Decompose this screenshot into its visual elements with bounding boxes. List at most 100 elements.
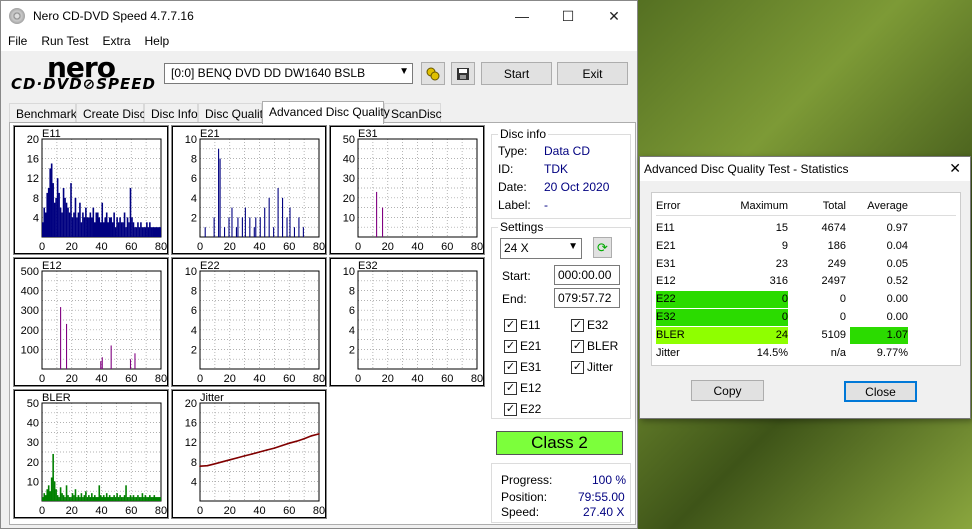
eject-button[interactable] — [421, 62, 445, 85]
checkbox-e31[interactable]: ✓ E31 — [504, 360, 541, 374]
stats-maximum: 23 — [775, 257, 788, 270]
menu-run-test[interactable]: Run Test — [34, 31, 95, 51]
copy-button[interactable]: Copy — [691, 380, 764, 401]
y-tick-label: 6 — [349, 305, 355, 317]
stats-header: Maximum — [740, 200, 788, 212]
stats-average: 1.07 — [850, 326, 908, 344]
tab-benchmark[interactable]: Benchmark — [9, 103, 77, 123]
chart-svg: E211086420 20 40 60 80 — [185, 128, 325, 253]
checkbox-label: E12 — [520, 381, 542, 395]
stats-total: 249 — [827, 257, 846, 270]
stats-maximum: 0 — [722, 309, 788, 326]
tab-scandisc[interactable]: ScanDisc — [384, 103, 442, 123]
x-tick-label: 0 — [197, 241, 203, 253]
x-tick-label: 40 — [95, 505, 107, 517]
x-tick-label: 20 — [382, 373, 394, 385]
data-point — [281, 444, 283, 447]
x-tick-label: 20 — [382, 241, 394, 253]
x-tick-label: 40 — [411, 373, 423, 385]
stats-total: 186 — [827, 239, 846, 252]
data-point — [288, 442, 291, 444]
y-tick-label: 40 — [343, 154, 355, 166]
y-tick-label: 10 — [343, 212, 355, 224]
tab-disc-info[interactable]: Disc Info — [144, 103, 198, 123]
close-dialog-button[interactable]: Close — [844, 381, 917, 402]
y-tick-label: 40 — [27, 418, 39, 430]
check-icon: ✓ — [571, 360, 584, 374]
y-tick-label: 300 — [21, 305, 39, 317]
save-button[interactable] — [451, 62, 475, 85]
checkbox-label: Jitter — [587, 360, 614, 374]
disc-info-label: Disc info — [498, 127, 549, 141]
menu-bar: File Run Test Extra Help — [1, 31, 637, 51]
stats-total: 0 — [839, 311, 846, 323]
menu-extra[interactable]: Extra — [95, 31, 137, 51]
start-time-input[interactable]: 000:00.00 — [554, 265, 620, 285]
checkbox-e11[interactable]: ✓ E11 — [504, 318, 540, 332]
stats-header: Average — [867, 200, 908, 212]
exit-button[interactable]: Exit — [557, 62, 628, 85]
maximize-button[interactable]: ☐ — [545, 1, 591, 31]
y-tick-label: 12 — [27, 173, 39, 185]
checkbox-bler[interactable]: ✓ BLER — [571, 339, 618, 353]
jitter-line — [199, 433, 320, 467]
y-tick-label: 4 — [349, 325, 355, 337]
check-icon: ✓ — [504, 318, 517, 332]
data-point — [228, 459, 231, 461]
close-button[interactable]: ✕ — [591, 1, 637, 31]
menu-help[interactable]: Help — [138, 31, 177, 51]
y-tick-label: 4 — [191, 476, 197, 488]
settings-group: Settings 24 X ▼ ⟳ Start: 000:00.00 End: … — [491, 220, 631, 419]
x-tick-label: 20 — [66, 505, 78, 517]
y-tick-label: 8 — [191, 286, 197, 298]
close-icon[interactable]: ✕ — [949, 160, 961, 177]
tab-create-disc[interactable]: Create Disc — [76, 103, 146, 123]
x-tick-label: 60 — [125, 373, 137, 385]
end-time-input[interactable]: 079:57.72 — [554, 288, 620, 308]
tab-advanced-disc-quality[interactable]: Advanced Disc Quality — [262, 101, 390, 124]
drive-value: [0:0] BENQ DVD DD DW1640 BSLB — [171, 66, 366, 80]
tab-disc-quality[interactable]: Disc Quality — [198, 103, 269, 123]
chart-e21: E21 10 8 6 4 2 0 20 40 60 80 — [171, 125, 327, 255]
checkbox-e32[interactable]: ✓ E32 — [571, 318, 608, 332]
checkbox-label: E22 — [520, 402, 542, 416]
check-icon: ✓ — [571, 339, 584, 353]
start-button[interactable]: Start — [481, 62, 552, 85]
speed-select[interactable]: 24 X ▼ — [500, 238, 582, 259]
check-icon: ✓ — [504, 360, 517, 374]
y-tick-label: 20 — [27, 457, 39, 469]
x-tick-label: 80 — [313, 373, 325, 385]
data-point — [310, 435, 313, 437]
type-value: Data CD — [544, 144, 591, 158]
chart-svg: E11201612840 20 40 60 80 — [27, 128, 167, 253]
tab-content: E11 20 16 12 8 4 0 20 40 60 80 E21 10 8 6 4 2 0 20 40 60 80 E3… — [9, 122, 636, 525]
y-tick-label: 4 — [191, 325, 197, 337]
speed-value: 24 X — [504, 241, 529, 255]
statistics-title-bar[interactable]: Advanced Disc Quality Test - Statistics … — [640, 157, 970, 181]
date-value: 20 Oct 2020 — [544, 180, 610, 194]
refresh-button[interactable]: ⟳ — [593, 237, 612, 258]
stats-maximum: 24 — [722, 326, 788, 344]
checkbox-jitter[interactable]: ✓ Jitter — [571, 360, 613, 374]
y-tick-label: 2 — [191, 212, 197, 224]
menu-file[interactable]: File — [1, 31, 34, 51]
checkbox-e21[interactable]: ✓ E21 — [504, 339, 541, 353]
statistics-table: Error Maximum Total Average E11 15 4674 0.97 E21… — [651, 192, 961, 366]
stats-average: 0.97 — [886, 222, 908, 234]
checkbox-e12[interactable]: ✓ E12 — [504, 381, 541, 395]
y-tick-label: 16 — [185, 418, 197, 430]
data-point — [258, 451, 261, 453]
checkbox-e22[interactable]: ✓ E22 — [504, 402, 541, 416]
floppy-icon — [457, 67, 469, 80]
chart-svg: BLER50 40 30 20 10 0 20 40 60 80 — [27, 392, 167, 517]
minimize-button[interactable]: — — [499, 1, 545, 31]
x-tick-label: 40 — [253, 373, 265, 385]
x-tick-label: 80 — [155, 241, 167, 253]
stats-maximum: 9 — [781, 239, 788, 252]
drive-select[interactable]: [0:0] BENQ DVD DD DW1640 BSLB ▼ — [164, 63, 413, 84]
y-tick-label: 10 — [185, 266, 197, 278]
x-tick-label: 0 — [39, 241, 45, 253]
id-value: TDK — [544, 162, 568, 176]
title-bar[interactable]: Nero CD-DVD Speed 4.7.7.16 — ☐ ✕ — [1, 1, 637, 31]
y-tick-label: 500 — [21, 266, 39, 278]
